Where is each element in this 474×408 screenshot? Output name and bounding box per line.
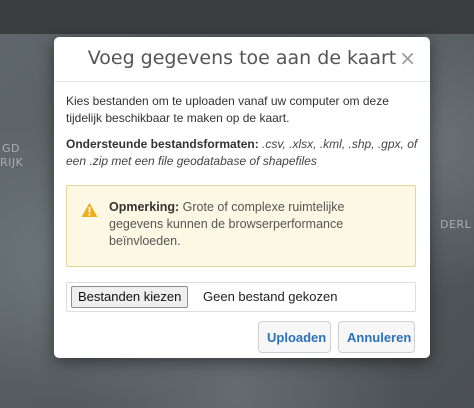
map-label: GD bbox=[2, 142, 20, 155]
warning-alert: Opmerking: Grote of complexe ruimtelijke… bbox=[66, 185, 416, 267]
top-bar bbox=[0, 0, 474, 34]
choose-files-button[interactable]: Bestanden kiezen bbox=[71, 286, 189, 308]
file-status: Geen bestand gekozen bbox=[203, 289, 338, 304]
add-data-dialog: Voeg gegevens toe aan de kaart × Kies be… bbox=[54, 37, 430, 358]
warning-icon bbox=[81, 202, 98, 217]
upload-button[interactable]: Uploaden bbox=[258, 321, 331, 353]
close-icon[interactable]: × bbox=[399, 47, 416, 69]
file-input[interactable]: Bestanden kiezen Geen bestand gekozen bbox=[66, 282, 416, 312]
map-label: RIJK bbox=[0, 156, 24, 169]
intro-text: Kies bestanden om te uploaden vanaf uw c… bbox=[66, 94, 389, 125]
dialog-header: Voeg gegevens toe aan de kaart × bbox=[54, 37, 430, 82]
supported-formats: Ondersteunde bestandsformaten: .csv, .xl… bbox=[66, 136, 418, 170]
formats-label: Ondersteunde bestandsformaten: bbox=[66, 137, 259, 151]
dialog-title: Voeg gegevens toe aan de kaart bbox=[87, 47, 397, 69]
dialog-body: Kies bestanden om te uploaden vanaf uw c… bbox=[66, 93, 418, 267]
cancel-button[interactable]: Annuleren bbox=[338, 321, 415, 353]
map-label: DERL bbox=[440, 218, 472, 231]
alert-text: Opmerking: Grote of complexe ruimtelijke… bbox=[109, 199, 399, 250]
alert-label: Opmerking: bbox=[109, 200, 180, 214]
